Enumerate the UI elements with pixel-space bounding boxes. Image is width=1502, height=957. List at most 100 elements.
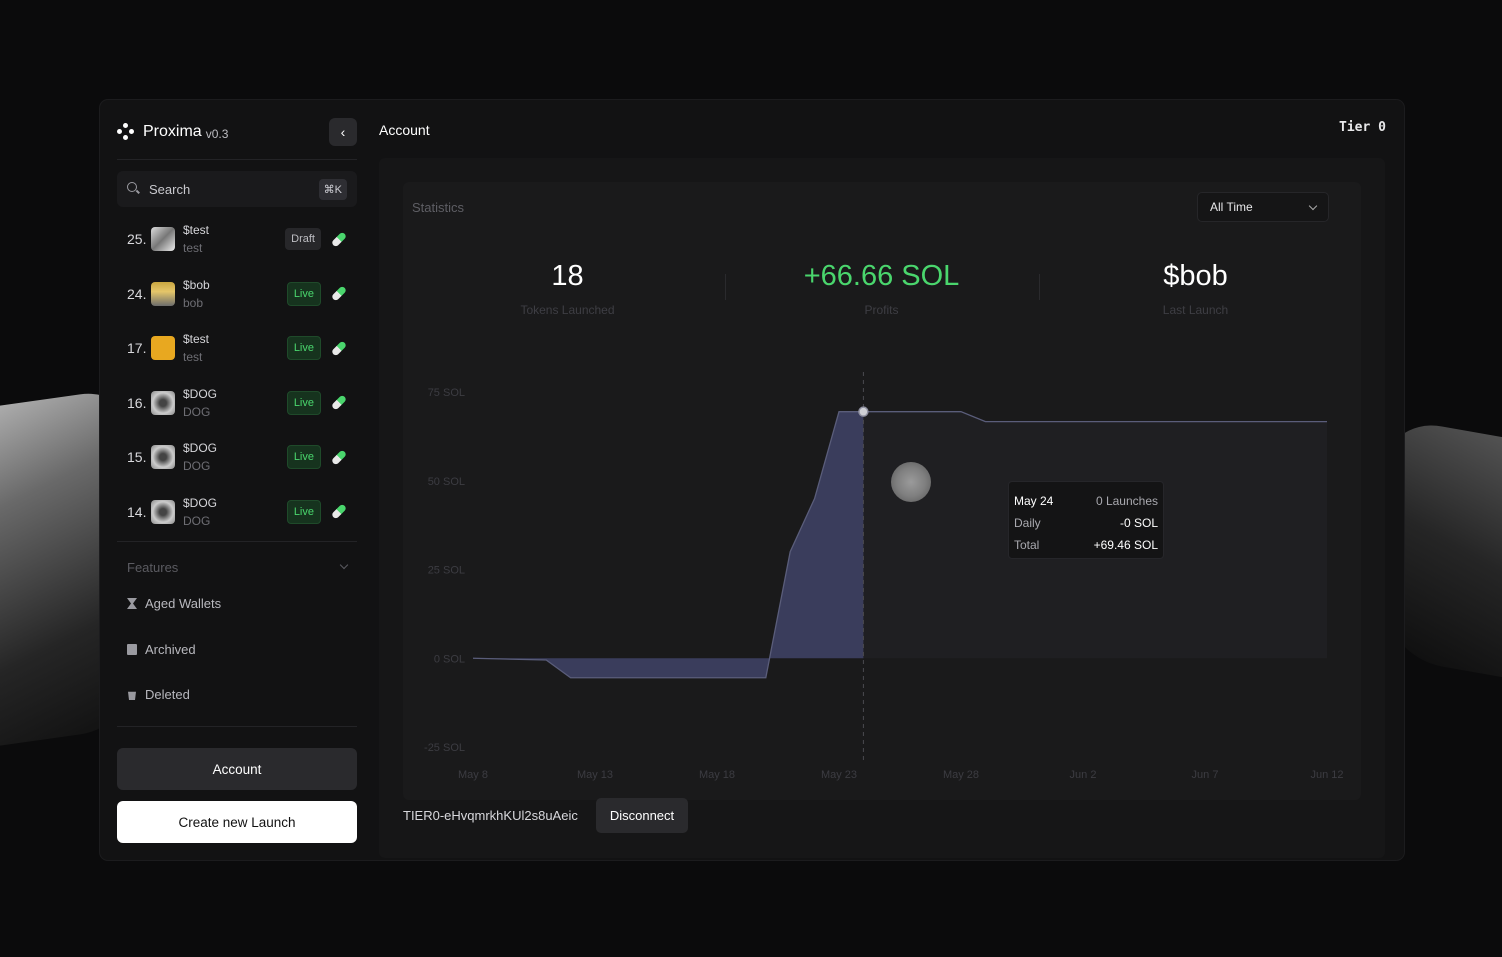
statistics-label: Statistics (412, 200, 465, 215)
status-badge: Live (286, 281, 321, 306)
tooltip-daily-value: -0 SOL (1119, 516, 1158, 530)
x-tick-label: May 18 (699, 769, 735, 781)
feature-deleted[interactable]: Deleted (127, 687, 190, 702)
kpi-value: $bob (1163, 260, 1228, 292)
profit-chart[interactable]: 75 SOL 50 SOL 25 SOL 0 SOL -25 SOL May 8 May 1… (403, 362, 1361, 792)
sidebar: Proxima v0.3 ‹ Search ⌘K 25. $test test … (117, 114, 357, 846)
x-tick-label: Jun 7 (1192, 769, 1219, 781)
launch-thumbnail (151, 445, 175, 470)
page-title: Account (379, 122, 430, 138)
x-tick-label: May 23 (821, 769, 857, 781)
kpi-label: Tokens Launched (520, 303, 615, 317)
launch-ticker: $test (183, 223, 210, 238)
launch-item[interactable]: 17. $test test Live (117, 321, 357, 376)
tier-label: Tier 0 (1339, 120, 1386, 135)
status-badge: Draft (285, 228, 321, 251)
divider (117, 541, 357, 542)
create-launch-button[interactable]: Create new Launch (117, 801, 357, 843)
y-tick-label: 50 SOL (428, 476, 465, 488)
tooltip-date: May 24 (1014, 494, 1054, 508)
launch-name: DOG (183, 459, 211, 474)
feature-aged-wallets[interactable]: Aged Wallets (127, 596, 221, 611)
launch-item[interactable]: 25. $test test Draft (117, 212, 357, 267)
pill-icon[interactable] (330, 340, 348, 357)
kpi-label: Profits (864, 303, 899, 317)
app-window: Proxima v0.3 ‹ Search ⌘K 25. $test test … (100, 100, 1404, 860)
launch-number: 24. (127, 285, 147, 302)
pill-icon[interactable] (330, 503, 348, 520)
divider (117, 726, 357, 727)
pill-icon[interactable] (330, 231, 348, 248)
feature-label: Aged Wallets (145, 596, 222, 611)
launch-ticker: $DOG (183, 495, 218, 510)
proxima-logo-icon (117, 123, 135, 141)
app-name: Proxima (143, 123, 202, 140)
kpi-value: +66.66 SOL (803, 260, 960, 292)
disconnect-button[interactable]: Disconnect (595, 798, 689, 833)
search-input[interactable]: Search ⌘K (117, 171, 357, 207)
account-panel: Statistics All Time 18 Tokens Launched +… (379, 158, 1385, 858)
launch-item[interactable]: 16. $DOG DOG Live (117, 376, 357, 431)
divider (117, 159, 357, 160)
status-badge: Live (286, 445, 321, 470)
tooltip-daily-label: Daily (1014, 516, 1041, 530)
pill-icon[interactable] (330, 394, 348, 411)
launch-name: bob (183, 295, 204, 310)
launch-number: 16. (127, 394, 147, 411)
mouse-cursor-indicator (891, 462, 931, 502)
launch-item[interactable]: 24. $bob bob Live (117, 267, 357, 322)
feature-archived[interactable]: Archived (127, 642, 196, 657)
launch-name: DOG (183, 404, 211, 419)
search-icon (127, 182, 141, 196)
launch-name: test (183, 350, 203, 365)
y-tick-label: -25 SOL (424, 742, 465, 754)
chart-area (473, 411, 864, 678)
x-tick-label: May 28 (943, 769, 979, 781)
launch-ticker: $DOG (183, 386, 218, 401)
pill-icon[interactable] (330, 285, 348, 302)
kpi-last-launch: $bob Last Launch (1039, 260, 1352, 317)
pill-icon[interactable] (330, 449, 348, 466)
chevron-down-icon (339, 560, 349, 570)
status-badge: Live (286, 499, 321, 524)
y-tick-label: 0 SOL (434, 653, 465, 665)
launch-list: 25. $test test Draft 24. $bob bob Live 1… (117, 212, 357, 539)
x-tick-label: Jun 12 (1310, 769, 1343, 781)
chart-highlight-point (858, 406, 869, 417)
feature-label: Deleted (145, 687, 190, 702)
collapse-sidebar-button[interactable]: ‹ (329, 118, 357, 146)
kpi-value: 18 (551, 260, 584, 292)
launch-thumbnail (151, 227, 175, 252)
tooltip-total-value: +69.46 SOL (1093, 538, 1158, 552)
features-label: Features (127, 560, 179, 575)
wallet-row: TIER0-eHvqmrkhKUl2s8uAeic Disconnect (403, 798, 689, 833)
launch-number: 17. (127, 340, 147, 357)
launch-thumbnail (151, 336, 175, 361)
launch-ticker: $bob (183, 277, 210, 292)
status-badge: Live (286, 336, 321, 361)
launch-thumbnail (151, 281, 175, 306)
launch-number: 14. (127, 503, 147, 520)
launch-item[interactable]: 14. $DOG DOG Live (117, 485, 357, 540)
wallet-id: TIER0-eHvqmrkhKUl2s8uAeic (403, 808, 578, 823)
account-button[interactable]: Account (117, 748, 357, 790)
time-range-select[interactable]: All Time (1197, 192, 1329, 222)
feature-label: Archived (145, 642, 196, 657)
chevron-down-icon (1308, 201, 1318, 210)
chevron-left-icon: ‹ (340, 124, 346, 140)
time-range-value: All Time (1210, 200, 1253, 214)
chart-tooltip: May 24 0 Launches Daily -0 SOL Total +69… (1008, 481, 1164, 559)
brand: Proxima v0.3 (117, 120, 228, 144)
launch-item[interactable]: 15. $DOG DOG Live (117, 430, 357, 485)
features-section-header[interactable]: Features (127, 560, 349, 575)
y-tick-label: 75 SOL (428, 387, 465, 399)
launch-thumbnail (151, 499, 175, 524)
hourglass-icon (127, 598, 137, 609)
launch-name: test (183, 241, 203, 256)
search-shortcut: ⌘K (318, 178, 347, 200)
archive-icon (127, 644, 137, 655)
x-tick-label: May 13 (577, 769, 613, 781)
x-tick-label: May 8 (458, 769, 488, 781)
launch-name: DOG (183, 513, 211, 528)
tooltip-total-label: Total (1014, 538, 1040, 552)
